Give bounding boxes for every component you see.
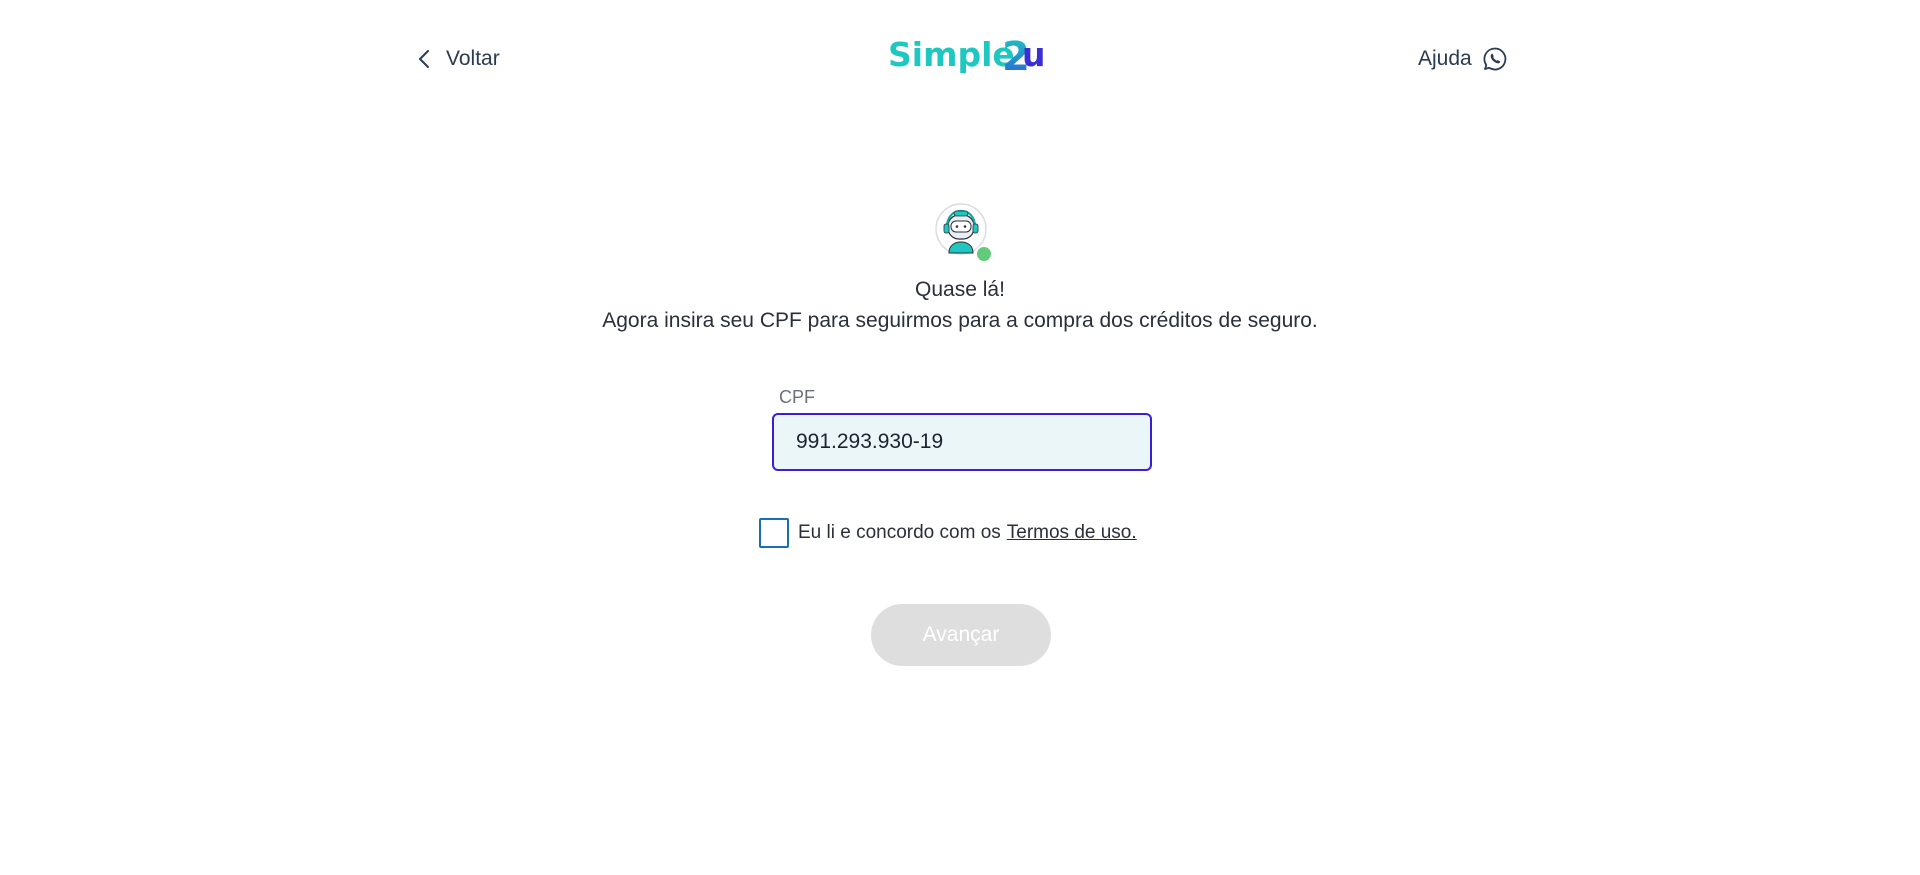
- terms-text: Eu li e concordo com os: [798, 522, 1001, 543]
- page-title: Quase lá!: [915, 278, 1005, 301]
- help-button[interactable]: Ajuda: [1418, 40, 1508, 78]
- chevron-left-icon: [414, 48, 436, 70]
- simple2u-logo: Simple 2 u: [888, 30, 1046, 80]
- whatsapp-icon: [1482, 46, 1508, 72]
- back-button[interactable]: Voltar: [414, 40, 500, 78]
- page-subtitle: Agora insira seu CPF para seguirmos para…: [602, 309, 1318, 332]
- help-label: Ajuda: [1418, 47, 1472, 70]
- online-status-dot: [975, 245, 993, 263]
- svg-text:u: u: [1022, 35, 1044, 74]
- next-button[interactable]: Avançar: [871, 604, 1051, 666]
- page: Voltar Simple 2 u Ajuda Quase lá! Agora …: [0, 0, 1920, 875]
- terms-row: Eu li e concordo com os Termos de uso.: [759, 516, 1137, 550]
- svg-text:Simple: Simple: [888, 35, 1015, 74]
- top-bar: Voltar Simple 2 u Ajuda: [0, 0, 1920, 116]
- cpf-input[interactable]: [772, 413, 1152, 471]
- terms-checkbox[interactable]: [759, 518, 789, 548]
- cpf-label: CPF: [779, 387, 815, 407]
- assistant-avatar: [935, 203, 993, 265]
- terms-of-use-link[interactable]: Termos de uso.: [1007, 522, 1137, 544]
- back-label: Voltar: [446, 47, 500, 70]
